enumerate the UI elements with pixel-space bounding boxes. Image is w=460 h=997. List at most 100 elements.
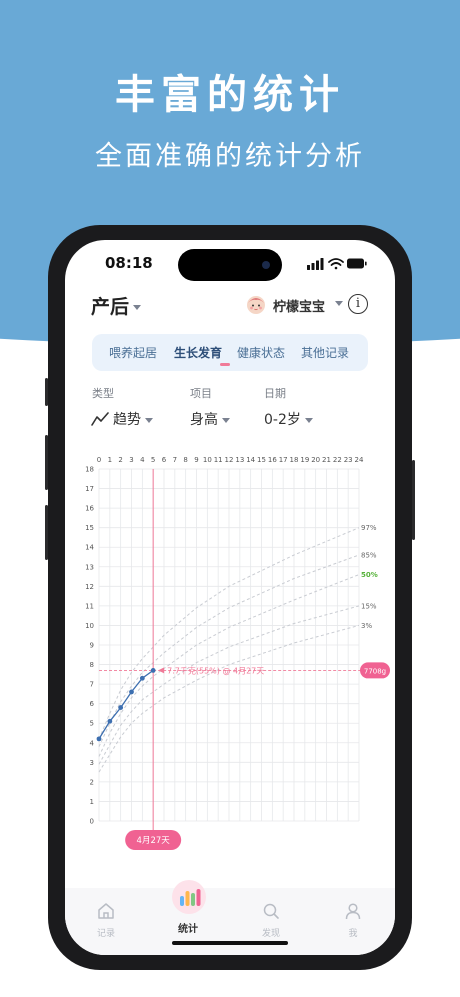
x-tick-label: 14 — [246, 456, 255, 464]
tab-discover[interactable]: 发现 — [251, 902, 291, 939]
bar-chart-icon — [180, 889, 201, 906]
data-series-line — [98, 669, 154, 740]
stats-center-button[interactable] — [172, 880, 206, 914]
x-tick-label: 12 — [225, 456, 234, 464]
x-tick-label: 20 — [311, 456, 320, 464]
x-tick-label: 2 — [118, 456, 122, 464]
wifi-icon — [328, 258, 344, 270]
trend-icon — [91, 412, 109, 426]
signal-icon — [307, 258, 324, 270]
tab-health[interactable]: 健康状态 — [237, 344, 285, 361]
home-indicator — [172, 941, 288, 945]
type-label: 类型 — [92, 387, 114, 400]
stage-selector[interactable]: 产后 — [91, 292, 142, 319]
y-tick-label: 4 — [90, 739, 95, 747]
status-icons — [307, 258, 367, 270]
x-tick-label: 0 — [97, 456, 101, 464]
chart-grid — [98, 468, 360, 822]
item-selector[interactable]: 身高 — [190, 409, 230, 429]
y-tick-label: 17 — [85, 485, 94, 493]
x-tick-label: 1 — [108, 456, 112, 464]
x-tick-label: 13 — [235, 456, 244, 464]
promo-headline: 丰富的统计 — [115, 72, 345, 118]
x-tick-label: 19 — [300, 456, 309, 464]
data-point — [139, 675, 145, 681]
x-tick-label: 10 — [203, 456, 212, 464]
y-tick-label: 8 — [90, 661, 94, 669]
app-screen: 08:18 产后 柠檬宝宝 i 喂养起居 生长发育 健康状态 其他记录 类型 项… — [65, 240, 395, 955]
tab-growth[interactable]: 生长发育 — [174, 344, 222, 361]
x-tick-label: 9 — [194, 456, 198, 464]
x-tick-label: 5 — [151, 456, 155, 464]
chevron-down-icon — [304, 417, 313, 423]
active-tab-indicator — [220, 363, 230, 366]
baby-avatar-icon — [247, 296, 265, 314]
status-bar: 08:18 — [65, 240, 395, 290]
data-point — [129, 689, 134, 695]
chevron-down-icon — [145, 417, 153, 423]
item-value: 身高 — [190, 412, 218, 428]
tab-record-label: 记录 — [96, 929, 115, 939]
x-tick-label: 23 — [344, 456, 353, 464]
item-label: 项目 — [190, 387, 212, 400]
y-tick-label: 9 — [90, 642, 94, 650]
stage-label: 产后 — [91, 296, 130, 318]
user-icon — [345, 903, 361, 920]
y-tick-label: 3 — [90, 759, 94, 767]
date-label: 日期 — [264, 387, 286, 400]
dynamic-island — [178, 249, 282, 281]
x-tick-label: 7 — [173, 456, 177, 464]
date-selector[interactable]: 0-2岁 — [264, 409, 313, 429]
promo-subheadline: 全面准确的统计分析 — [95, 141, 365, 172]
tab-me-label: 我 — [348, 929, 358, 939]
x-tick-label: 8 — [183, 456, 187, 464]
baby-name: 柠檬宝宝 — [273, 300, 326, 315]
y-tick-label: 7 — [90, 681, 94, 689]
y-tick-label: 12 — [85, 583, 94, 591]
y-tick-label: 2 — [90, 778, 94, 786]
type-selector[interactable]: 趋势 — [91, 409, 153, 429]
chevron-down-icon — [335, 301, 343, 306]
x-tick-label: 24 — [355, 456, 364, 464]
x-tick-label: 16 — [268, 456, 277, 464]
percentile-label: 50% — [361, 571, 378, 579]
percentile-label: 85% — [361, 552, 377, 560]
tab-feeding[interactable]: 喂养起居 — [109, 344, 157, 361]
x-tick-label: 21 — [322, 456, 331, 464]
x-tick-label: 17 — [279, 456, 288, 464]
date-badge-text: 4月27天 — [137, 836, 171, 846]
category-tabs: 喂养起居 生长发育 健康状态 其他记录 — [92, 334, 368, 371]
y-tick-label: 18 — [85, 466, 94, 474]
x-tick-label: 3 — [129, 456, 133, 464]
y-tick-label: 1 — [90, 798, 94, 806]
x-tick-label: 11 — [214, 456, 223, 464]
y-tick-label: 5 — [90, 720, 94, 728]
y-tick-label: 14 — [85, 544, 94, 552]
data-point — [96, 736, 102, 742]
data-point — [107, 718, 113, 724]
home-icon — [98, 903, 114, 919]
data-point — [118, 705, 124, 710]
y-tick-label: 11 — [85, 602, 94, 610]
marker-annotation: 7.7千克(55%) @ 4月27天 — [167, 665, 264, 675]
x-tick-label: 4 — [140, 456, 145, 464]
baby-selector[interactable]: 柠檬宝宝 — [245, 293, 345, 317]
y-tick-label: 10 — [85, 622, 94, 630]
chevron-down-icon — [133, 305, 142, 310]
search-icon — [263, 903, 279, 919]
tab-stats[interactable]: 统计 — [168, 918, 208, 935]
tab-record[interactable]: 记录 — [86, 902, 126, 939]
y-tick-label: 13 — [85, 563, 94, 571]
percentile-label: 15% — [361, 602, 377, 610]
data-point — [150, 668, 156, 673]
x-tick-label: 22 — [333, 456, 342, 464]
status-time: 08:18 — [105, 254, 153, 272]
battery-icon — [347, 258, 367, 269]
tab-other[interactable]: 其他记录 — [301, 344, 349, 361]
info-icon[interactable]: i — [348, 294, 368, 314]
y-tick-label: 0 — [90, 818, 94, 826]
y-tick-label: 15 — [85, 524, 94, 532]
growth-chart[interactable]: 0 1 2 3 4 5 6 7 8 9 10 11 12 13 14 15 16 17 18 19 20 21 22 23 24… — [81, 452, 395, 872]
tab-me[interactable]: 我 — [333, 902, 373, 939]
x-tick-label: 6 — [162, 456, 167, 464]
